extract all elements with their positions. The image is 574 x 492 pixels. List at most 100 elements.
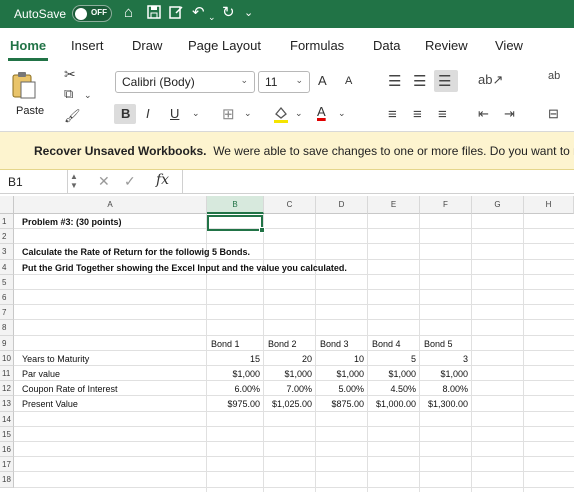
underline-button[interactable]: U [170,106,179,121]
name-box[interactable]: B1 [0,170,68,194]
underline-dropdown-icon[interactable]: ⌄ [192,108,200,119]
column-header-b[interactable]: B [207,196,264,214]
copy-dropdown-icon[interactable]: ⌄ [84,90,92,101]
column-header-c[interactable]: C [264,196,316,214]
column-header-f[interactable]: F [420,196,472,214]
row-header-13[interactable]: 13 [0,396,14,412]
bond-5-present-value[interactable]: $1,300.00 [400,398,468,410]
row-header-15[interactable]: 15 [0,426,14,442]
bond-5-par-value[interactable]: $1,000 [400,368,468,380]
redo-icon[interactable]: ↻ [222,4,235,22]
home-icon[interactable]: ⌂ [124,4,133,22]
row-header-7[interactable]: 7 [0,305,14,321]
enter-icon[interactable]: ✓ [124,173,136,190]
shrink-font-button[interactable]: A [345,75,352,87]
undo-dropdown-icon[interactable]: ⌄ [208,8,216,26]
formula-input[interactable] [182,170,574,194]
row-header-17[interactable]: 17 [0,457,14,473]
cell-a11[interactable]: Par value [22,368,60,380]
align-middle-icon[interactable]: ☰ [413,72,426,90]
cell-a12[interactable]: Coupon Rate of Interest [22,383,118,395]
align-top-icon[interactable]: ☰ [388,72,401,90]
align-right-icon[interactable]: ≡ [438,106,447,123]
align-bottom-icon[interactable]: ☰ [438,72,451,90]
bond-5-bond-headers[interactable]: Bond 5 [424,338,453,350]
row-header-3[interactable]: 3 [0,244,14,260]
row-header-9[interactable]: 9 [0,335,14,351]
italic-button[interactable]: I [146,106,150,121]
select-all-corner[interactable] [0,196,14,214]
borders-dropdown-icon[interactable]: ⌄ [244,108,252,119]
fill-color-dropdown-icon[interactable]: ⌄ [295,108,303,119]
cancel-icon[interactable]: ✕ [98,173,110,190]
tab-view[interactable]: View [495,38,523,53]
format-painter-icon[interactable]: 🖌 [64,108,81,124]
spreadsheet-grid[interactable]: A B C D E F G H 1 2 3 4 5 6 7 8 9 10 11 12 13 14 15 16 17 18 Probl… [0,196,574,492]
align-left-icon[interactable]: ≡ [388,106,397,123]
bond-2-bond-headers[interactable]: Bond 2 [268,338,297,350]
align-center-icon[interactable]: ≡ [413,106,422,123]
undo-icon[interactable]: ↶ [192,4,205,22]
more-icon[interactable]: ⌄ [244,4,253,22]
row-header-2[interactable]: 2 [0,229,14,245]
font-color-button[interactable]: A [317,104,326,119]
row-header-16[interactable]: 16 [0,442,14,458]
cell-a13[interactable]: Present Value [22,398,78,410]
column-header-g[interactable]: G [472,196,524,214]
bond-5-coupon-rate[interactable]: 8.00% [400,383,468,395]
wrap-text-icon[interactable]: ab [548,70,560,82]
cell-a10[interactable]: Years to Maturity [22,353,89,365]
column-header-e[interactable]: E [368,196,420,214]
row-header-18[interactable]: 18 [0,472,14,488]
merge-center-icon[interactable]: ⊟ [548,106,559,122]
tab-page-layout[interactable]: Page Layout [188,38,261,53]
insert-function-icon[interactable]: fx [156,172,169,188]
bold-button[interactable]: B [121,106,130,121]
tab-home[interactable]: Home [10,38,46,53]
tab-review[interactable]: Review [425,38,468,53]
grow-font-button[interactable]: A [318,73,327,88]
decrease-indent-icon[interactable]: ⇤ [478,106,489,122]
tab-data[interactable]: Data [373,38,400,53]
cell-a3[interactable]: Calculate the Rate of Return for the fol… [22,246,250,258]
edit-icon[interactable] [168,4,184,25]
orientation-icon[interactable]: ab↗ [478,72,503,88]
bond-4-bond-headers[interactable]: Bond 4 [372,338,401,350]
row-header-8[interactable]: 8 [0,320,14,336]
row-header-4[interactable]: 4 [0,259,14,275]
font-color-dropdown-icon[interactable]: ⌄ [338,108,346,119]
copy-icon[interactable]: ⧉ [64,86,73,102]
font-name-select[interactable]: Calibri (Body) ⌄ [115,71,255,93]
borders-icon[interactable]: ⊞ [222,105,235,123]
cell-a1[interactable]: Problem #3: (30 points) [22,216,122,228]
row-header-5[interactable]: 5 [0,274,14,290]
cell-a4[interactable]: Put the Grid Together showing the Excel … [22,262,347,274]
cut-icon[interactable]: ✂ [64,66,76,83]
row-header-11[interactable]: 11 [0,366,14,382]
selected-cell-b1[interactable] [207,215,263,231]
bond-5-years-to-maturity[interactable]: 3 [400,353,468,365]
tab-formulas[interactable]: Formulas [290,38,344,53]
row-header-12[interactable]: 12 [0,381,14,397]
tab-insert[interactable]: Insert [71,38,104,53]
save-icon[interactable] [146,4,162,25]
fill-handle[interactable] [259,227,265,233]
name-box-arrows[interactable]: ▲ ▼ [70,172,78,190]
row-header-1[interactable]: 1 [0,214,14,230]
chevron-down-icon: ⌄ [295,75,303,85]
bond-3-bond-headers[interactable]: Bond 3 [320,338,349,350]
increase-indent-icon[interactable]: ⇥ [504,106,515,122]
row-header-14[interactable]: 14 [0,411,14,427]
autosave-toggle[interactable]: OFF [72,5,112,22]
font-size-value: 11 [265,75,278,89]
column-header-a[interactable]: A [14,196,207,214]
tab-draw[interactable]: Draw [132,38,162,53]
fill-color-icon[interactable] [272,104,290,127]
row-header-10[interactable]: 10 [0,350,14,366]
bond-1-bond-headers[interactable]: Bond 1 [211,338,240,350]
column-header-d[interactable]: D [316,196,368,214]
row-header-6[interactable]: 6 [0,290,14,306]
font-size-select[interactable]: 11 ⌄ [258,71,310,93]
column-header-h[interactable]: H [524,196,574,214]
paste-icon[interactable] [10,70,38,100]
